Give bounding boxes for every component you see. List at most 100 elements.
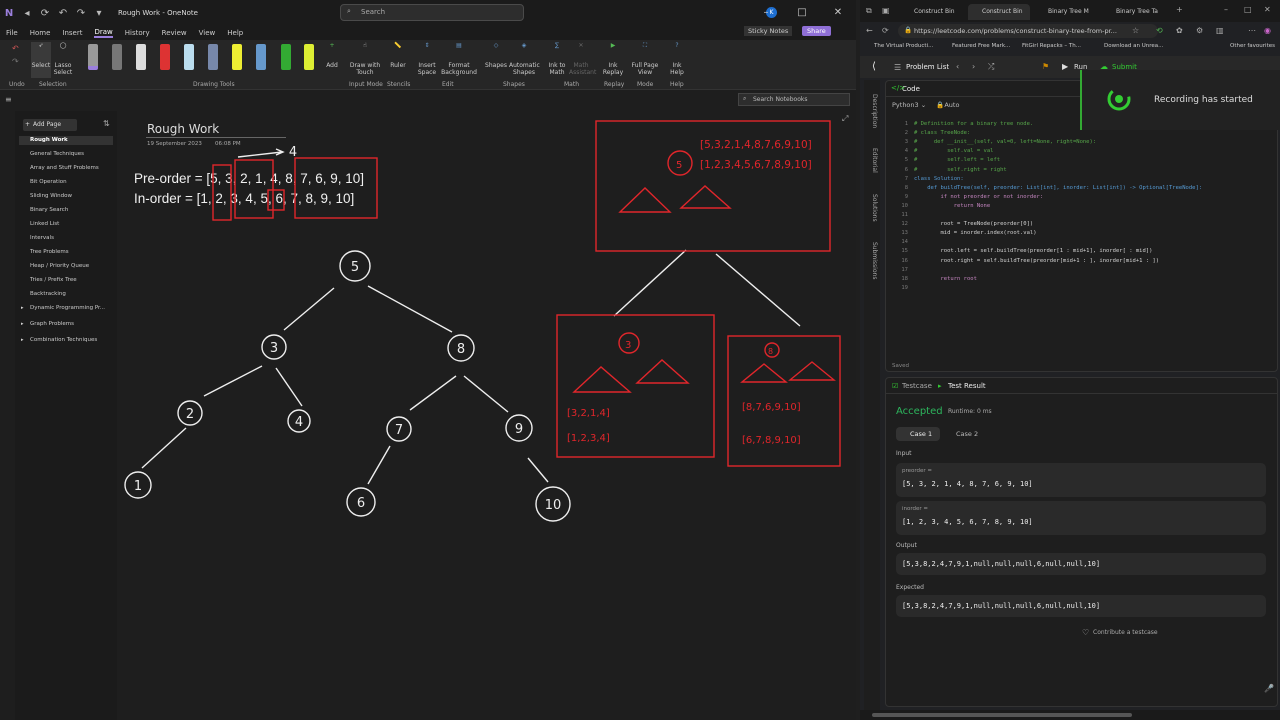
scrollbar-thumb[interactable] <box>872 713 1132 717</box>
tree-node-label: 7 <box>395 423 403 438</box>
tree-edge <box>275 367 303 407</box>
run-icon: ▶ <box>1062 62 1069 71</box>
tab-actions-icon[interactable]: ⧉ <box>866 6 872 16</box>
favorite-icon[interactable]: ☆ <box>1132 26 1139 35</box>
tab-list-icon[interactable]: ▣ <box>882 6 890 15</box>
extension-icon[interactable]: ⟲ <box>1156 26 1163 35</box>
code-line: # self.left = left <box>914 157 1001 164</box>
ink-text: 3 <box>625 340 631 351</box>
line-number: 5 <box>904 157 908 164</box>
tree-edge <box>527 457 549 483</box>
tree-edge <box>409 375 457 411</box>
case-2-tab[interactable]: Case 2 <box>950 430 978 438</box>
debug-icon[interactable]: ⚑ <box>1042 62 1049 71</box>
inorder-label: inorder = <box>902 506 929 512</box>
new-tab-icon[interactable]: + <box>1176 5 1183 14</box>
minimize-icon[interactable]: – <box>1224 5 1228 14</box>
output-value: [5,3,8,2,4,7,9,1,null,null,null,6,null,n… <box>902 560 1101 568</box>
browser-tab[interactable]: Binary Tree Ta <box>1102 4 1164 20</box>
description-tab[interactable]: Description <box>871 94 878 128</box>
recording-toast: Recording has started <box>1080 70 1280 130</box>
code-editor[interactable]: 1 # Definition for a binary tree node. 2 # … <box>886 117 1277 297</box>
line-number: 6 <box>904 166 908 173</box>
chevron-down-icon: ⌄ <box>918 101 929 109</box>
inorder-box: inorder = [1, 2, 3, 4, 5, 6, 7, 8, 9, 10… <box>896 501 1266 535</box>
code-line: return None <box>914 202 991 209</box>
leetcode-logo-icon[interactable]: ⟨ <box>872 61 876 72</box>
white-ink-text: 4 5 3 8 2 4 7 9 1 6 10 <box>134 145 561 513</box>
next-problem-icon[interactable]: › <box>972 62 975 71</box>
subtree-triangle <box>740 363 788 383</box>
code-line: root = TreeNode(preorder[0]) <box>914 221 1034 228</box>
ink-text: 5 <box>676 160 682 171</box>
saved-status: Saved <box>892 363 909 369</box>
onenote-window: N ◂ ⟳ ↶ ↷ ▾ Rough Work - OneNote ⌕ Search… <box>0 0 856 720</box>
ink-list: [3,2,1,4] <box>567 408 610 419</box>
url-bar[interactable]: 🔒 https://leetcode.com/problems/construct… <box>898 24 1158 38</box>
ink-list: [1,2,3,4] <box>567 433 610 444</box>
input-label: Input <box>896 450 912 457</box>
browser-tab[interactable]: Construct Bin <box>900 4 962 20</box>
contribute-testcase-link[interactable]: Contribute a testcase <box>1093 629 1158 636</box>
refresh-icon[interactable]: ⟳ <box>882 26 889 35</box>
bookmarks-bar: The Virtual Producti... Featured Free Ma… <box>860 41 1280 53</box>
inorder-value: [1, 2, 3, 4, 5, 6, 7, 8, 9, 10] <box>902 518 1033 526</box>
bookmark[interactable]: FitGirl Repacks – Th... <box>1022 43 1081 49</box>
result-status: Accepted <box>896 406 943 417</box>
tab-testcase[interactable]: Testcase <box>902 382 932 390</box>
ink-list: [6,7,8,9,10] <box>742 435 801 446</box>
case-1-tab[interactable]: Case 1 <box>896 427 941 441</box>
language-select[interactable]: Python3 <box>892 101 919 109</box>
tab-label: Binary Tree M <box>1048 8 1089 15</box>
tab-test-result[interactable]: Test Result <box>948 382 986 390</box>
close-icon[interactable]: ✕ <box>1264 5 1271 14</box>
browser-tab[interactable]: Binary Tree M <box>1034 4 1096 20</box>
recording-text: Recording has started <box>1154 95 1253 105</box>
runtime: Runtime: 0 ms <box>948 408 992 415</box>
problem-list-link[interactable]: Problem List <box>906 63 949 71</box>
code-line: return root <box>914 275 977 282</box>
line-number: 15 <box>901 248 908 255</box>
tree-node-label: 5 <box>351 260 359 275</box>
prev-problem-icon[interactable]: ‹ <box>956 62 959 71</box>
tab-label: Binary Tree Ta <box>1116 8 1158 15</box>
extension-icon[interactable]: ▥ <box>1216 26 1224 35</box>
ink-list: [5,3,2,1,4,8,7,6,9,10] <box>700 139 812 151</box>
maximize-icon[interactable]: □ <box>1244 5 1252 14</box>
tree-node-label: 8 <box>457 342 465 357</box>
more-icon[interactable]: ⋯ <box>1248 26 1256 35</box>
browser-tab-active[interactable]: Construct Bin <box>968 4 1030 20</box>
split-edge <box>715 253 801 327</box>
problem-list-icon: ☰ <box>894 63 902 72</box>
tree-edge <box>463 375 509 413</box>
microphone-icon[interactable]: 🎤 <box>1264 684 1274 693</box>
copilot-icon[interactable]: ◉ <box>1264 26 1271 35</box>
tree-edge <box>367 445 391 485</box>
line-number: 12 <box>901 221 908 228</box>
code-line: if not preorder or not inorder: <box>914 193 1044 200</box>
submissions-tab[interactable]: Submissions <box>871 242 878 279</box>
tab-label: Construct Bin <box>982 8 1023 15</box>
preorder-value: [5, 3, 2, 1, 4, 8, 7, 6, 9, 10] <box>902 480 1033 488</box>
line-number: 10 <box>901 202 908 209</box>
code-line: root.right = self.buildTree(preorder[mid… <box>914 257 1160 264</box>
line-number: 13 <box>901 230 908 237</box>
extension-icon[interactable]: ✿ <box>1176 26 1183 35</box>
auto-mode[interactable]: Auto <box>944 101 959 109</box>
back-icon[interactable]: ← <box>866 26 873 35</box>
horizontal-scrollbar[interactable] <box>860 710 1280 720</box>
ink-drawing: 4 5 3 8 2 4 7 9 1 6 10 5 3 8 [5,3,2,1,4,… <box>124 120 841 522</box>
bookmark[interactable]: Download an Unrea... <box>1104 43 1163 49</box>
editorial-tab[interactable]: Editorial <box>871 148 878 173</box>
bookmark[interactable]: Featured Free Mark... <box>952 43 1010 49</box>
solutions-tab[interactable]: Solutions <box>871 194 878 222</box>
extension-icon[interactable]: ⚙ <box>1196 26 1203 35</box>
code-icon: </> <box>891 84 906 92</box>
tree-edge <box>203 365 263 397</box>
bookmark-folder[interactable]: Other favourites <box>1230 43 1275 49</box>
line-number: 17 <box>901 266 908 273</box>
line-number: 2 <box>904 130 908 137</box>
red-box <box>267 189 285 211</box>
shuffle-icon[interactable]: ⤮ <box>988 62 994 72</box>
bookmark[interactable]: The Virtual Producti... <box>874 43 933 49</box>
